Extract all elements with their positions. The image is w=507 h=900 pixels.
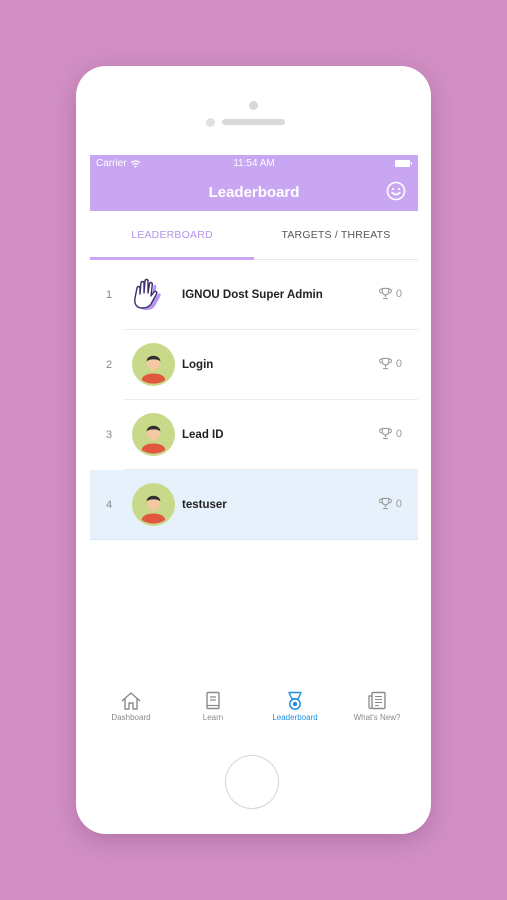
score: 0: [378, 497, 402, 510]
score: 0: [378, 427, 402, 440]
nav-whats-new[interactable]: What's New?: [336, 691, 418, 722]
front-camera: [206, 118, 215, 127]
user-name: Lead ID: [182, 429, 224, 441]
trophy-icon: [378, 427, 392, 440]
nav-label: What's New?: [353, 713, 401, 722]
bottom-navigation: Dashboard Learn Leaderboard What's New?: [90, 691, 418, 741]
row-divider: [90, 539, 418, 540]
app-header: Carrier 11:54 AM Leaderboard: [90, 155, 418, 211]
nav-label: Learn: [202, 713, 224, 722]
leaderboard-row[interactable]: 3 Lead ID 0: [90, 400, 418, 470]
rank-number: 4: [106, 499, 113, 511]
user-avatar: [132, 343, 175, 386]
leaderboard-row[interactable]: 1 IGNOU Dost Super Admin 0: [90, 260, 418, 330]
user-avatar: [132, 483, 175, 526]
score-value: 0: [395, 497, 402, 510]
score-value: 0: [395, 427, 402, 440]
trophy-icon: [378, 287, 392, 300]
medal-icon: [288, 691, 302, 710]
tab-targets-threats[interactable]: TARGETS / THREATS: [254, 211, 418, 259]
score-value: 0: [395, 357, 402, 370]
smiley-icon[interactable]: [386, 181, 406, 201]
user-name: IGNOU Dost Super Admin: [182, 289, 323, 301]
trophy-icon: [378, 497, 392, 510]
rank-number: 3: [106, 429, 113, 441]
leaderboard-list: 1 IGNOU Dost Super Admin 0 2 Login 0 3 L…: [90, 260, 418, 540]
leaderboard-row[interactable]: 2 Login 0: [90, 330, 418, 400]
tab-bar: LEADERBOARD TARGETS / THREATS: [90, 211, 418, 260]
score: 0: [378, 287, 402, 300]
rank-number: 1: [106, 289, 113, 301]
user-avatar: [132, 413, 175, 456]
front-sensor: [249, 101, 258, 110]
nav-dashboard[interactable]: Dashboard: [90, 691, 172, 722]
rank-number: 2: [106, 359, 113, 371]
nav-label: Leaderboard: [272, 713, 318, 722]
tab-leaderboard[interactable]: LEADERBOARD: [90, 211, 254, 259]
home-button[interactable]: [225, 755, 279, 809]
score: 0: [378, 357, 402, 370]
book-icon: [206, 691, 220, 710]
nav-learn[interactable]: Learn: [172, 691, 254, 722]
home-icon: [121, 692, 141, 710]
app-screen: Carrier 11:54 AM Leaderboard LEADERBOARD…: [90, 155, 418, 745]
score-value: 0: [395, 287, 402, 300]
user-name: Login: [182, 359, 214, 371]
leaderboard-row-current-user[interactable]: 4 testuser 0: [90, 470, 418, 540]
status-time: 11:54 AM: [233, 158, 275, 169]
nav-leaderboard[interactable]: Leaderboard: [254, 691, 336, 722]
nav-label: Dashboard: [111, 713, 151, 722]
hand-icon: [134, 278, 161, 310]
phone-frame: Carrier 11:54 AM Leaderboard LEADERBOARD…: [76, 66, 431, 834]
page-title: Leaderboard: [208, 184, 300, 201]
earpiece-speaker: [222, 119, 285, 125]
trophy-icon: [378, 357, 392, 370]
user-name: testuser: [182, 499, 227, 511]
battery-icon: [395, 160, 412, 167]
news-icon: [368, 691, 386, 710]
